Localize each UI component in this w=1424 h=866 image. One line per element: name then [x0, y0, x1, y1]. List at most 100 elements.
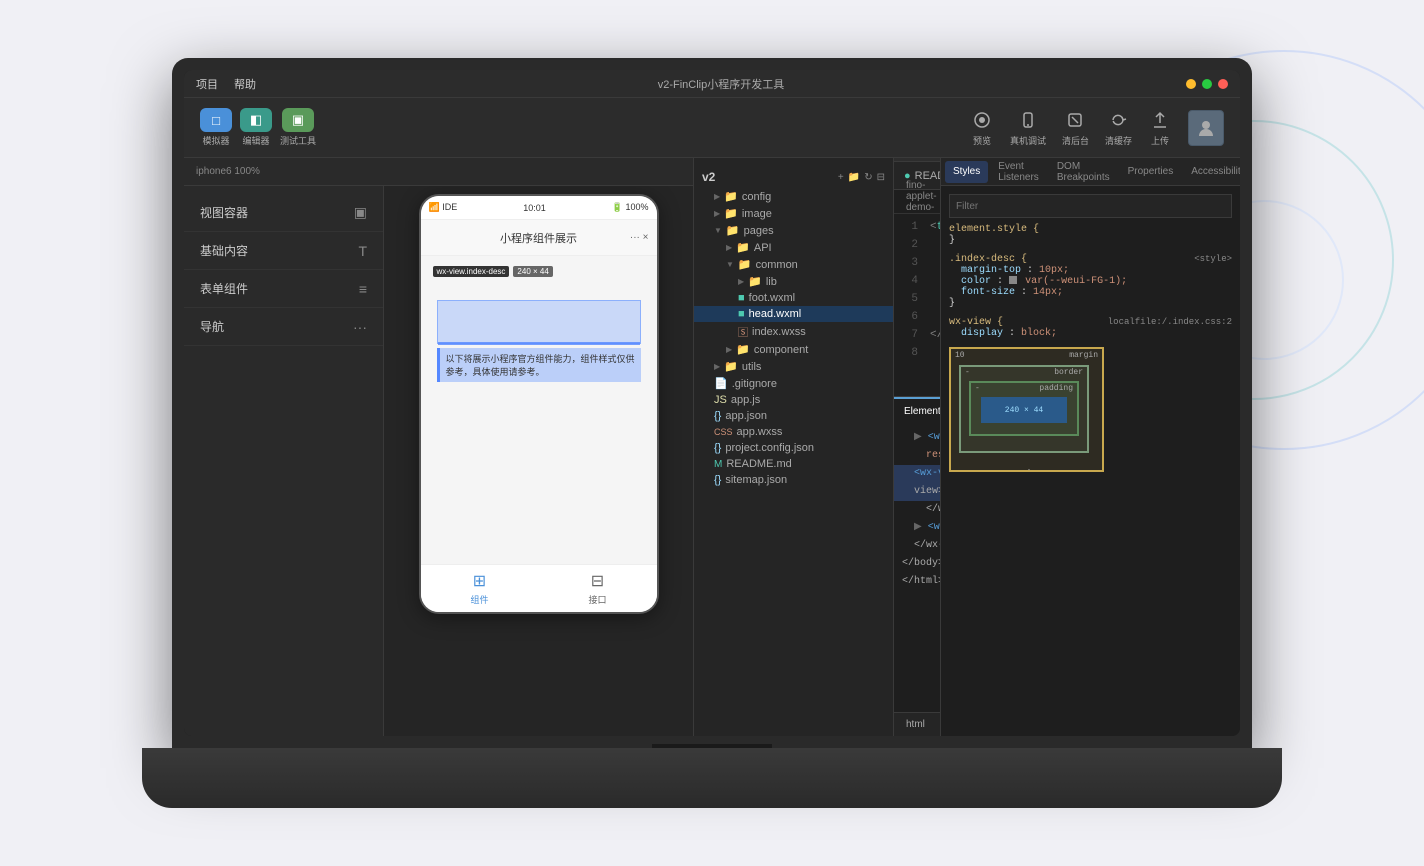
tree-item-app-json[interactable]: {} app.json — [694, 408, 893, 424]
styles-tab-props[interactable]: Properties — [1120, 161, 1182, 183]
styles-tab-dom[interactable]: DOM Breakpoints — [1049, 161, 1118, 183]
phone-nav-more[interactable]: ··· × — [630, 232, 649, 243]
phone-menu-interface-label: 接口 — [588, 593, 606, 606]
component-item-nav[interactable]: 导航 ··· — [184, 308, 383, 346]
style-source[interactable]: localfile:/.index.css:2 — [1108, 317, 1232, 327]
devtools-html-tree: ▶ <wx-image class="index-logo" src="../r… — [894, 425, 940, 712]
styles-tabs: Styles Event Listeners DOM Breakpoints P… — [941, 158, 1240, 186]
file-icon-wxml: ■ — [738, 292, 745, 304]
file-icon-json: {} — [714, 410, 721, 422]
component-item-form[interactable]: 表单组件 ≡ — [184, 270, 383, 308]
element-label-bar: wx-view.index-desc 240 × 44 — [433, 266, 553, 277]
right-panel: v2 + 📁 ↻ ⊟ ▶ — [694, 158, 1240, 736]
chevron-right-icon: ▶ — [738, 277, 744, 286]
tree-item-head-wxml[interactable]: ■ head.wxml — [694, 306, 893, 322]
devtools-content: ▶ <wx-image class="index-logo" src="../r… — [894, 425, 940, 712]
tree-item-api[interactable]: ▶ 📁 API — [694, 239, 893, 256]
upload-tool[interactable]: 上传 — [1148, 108, 1172, 147]
edit-button[interactable]: ◧ 编辑器 — [240, 108, 272, 147]
code-editor[interactable]: 1 <template name="head"> 2 <view class="… — [894, 214, 940, 396]
realdev-tool[interactable]: 真机调试 — [1010, 108, 1046, 147]
tree-item-component[interactable]: ▶ 📁 component — [694, 341, 893, 358]
tree-item-readme[interactable]: M README.md — [694, 456, 893, 472]
styles-tab-event[interactable]: Event Listeners — [990, 161, 1047, 183]
box-margin-value: 10 — [955, 351, 965, 360]
component-list: 视图容器 ▣ 基础内容 T 表单组件 ≡ — [184, 186, 384, 736]
component-label: 导航 — [200, 318, 224, 335]
user-avatar[interactable] — [1188, 110, 1224, 146]
element-class-label: wx-view.index-desc — [433, 266, 510, 277]
code-lines: 1 <template name="head"> 2 <view class="… — [894, 214, 940, 396]
code-line-6: 6 </view> — [894, 308, 940, 326]
code-line-3: 3 <view class="page-head-title">{{title}… — [894, 254, 940, 272]
dt-line-8: </body> — [894, 555, 940, 573]
clearlog-tool[interactable]: 清后台 — [1062, 108, 1089, 147]
el-path-html[interactable]: html — [902, 718, 929, 731]
minimize-button[interactable] — [1186, 79, 1196, 89]
styles-tab-styles[interactable]: Styles — [945, 161, 988, 183]
phone-menu-component-icon: ⊞ — [473, 571, 486, 591]
tree-item-label: API — [754, 242, 772, 254]
component-label: 基础内容 — [200, 242, 248, 259]
tree-item-index-wxss[interactable]: 🅂 index.wxss — [694, 322, 893, 341]
ide-app: 项目 帮助 v2-FinClip小程序开发工具 □ 模拟器 — [184, 70, 1240, 736]
styles-panel: Styles Event Listeners DOM Breakpoints P… — [940, 158, 1240, 736]
tree-item-label: .gitignore — [732, 378, 777, 390]
tree-item-label: common — [756, 259, 798, 271]
phone-content: wx-view.index-desc 240 × 44 — [421, 256, 657, 612]
tree-item-common[interactable]: ▼ 📁 common — [694, 256, 893, 273]
tree-item-pages[interactable]: ▼ 📁 pages — [694, 222, 893, 239]
tree-item-foot-wxml[interactable]: ■ foot.wxml — [694, 290, 893, 306]
style-prop: color — [961, 276, 991, 287]
tree-item-app-wxss[interactable]: CSS app.wxss — [694, 424, 893, 440]
tree-item-app-js[interactable]: JS app.js — [694, 392, 893, 408]
file-collapse-icon[interactable]: ⊟ — [877, 172, 885, 183]
menu-item-project[interactable]: 项目 — [196, 76, 218, 92]
tree-item-label: README.md — [726, 458, 791, 470]
element-size-label: 240 × 44 — [513, 266, 552, 277]
dt-line-7: </wx-view> — [894, 537, 940, 555]
component-item-basic[interactable]: 基础内容 T — [184, 232, 383, 270]
toolbar: □ 模拟器 ◧ 编辑器 ▣ 测试工具 — [184, 98, 1240, 158]
window-controls — [1186, 79, 1228, 89]
devtools-tab-elements[interactable]: Elements — [894, 397, 940, 425]
laptop-screen: 项目 帮助 v2-FinClip小程序开发工具 □ 模拟器 — [184, 70, 1240, 736]
file-refresh-icon[interactable]: ↻ — [864, 172, 872, 183]
menu-bar: 项目 帮助 v2-FinClip小程序开发工具 — [184, 70, 1240, 98]
style-source[interactable]: <style> — [1194, 254, 1232, 264]
simulate-button[interactable]: □ 模拟器 — [200, 108, 232, 147]
tree-item-label: pages — [744, 225, 774, 237]
maximize-button[interactable] — [1202, 79, 1212, 89]
chevron-right-icon: ▶ — [714, 209, 720, 218]
file-new-icon[interactable]: + — [838, 172, 844, 183]
tree-item-lib[interactable]: ▶ 📁 lib — [694, 273, 893, 290]
edit-label: 编辑器 — [242, 134, 269, 147]
tree-item-project-config[interactable]: {} project.config.json — [694, 440, 893, 456]
test-button[interactable]: ▣ 测试工具 — [280, 108, 316, 147]
tree-item-gitignore[interactable]: 📄 .gitignore — [694, 375, 893, 392]
preview-tool[interactable]: 预览 — [970, 108, 994, 147]
tree-item-sitemap[interactable]: {} sitemap.json — [694, 472, 893, 488]
phone-menu-component[interactable]: ⊞ 组件 — [421, 565, 539, 612]
chevron-right-icon: ▶ — [714, 362, 720, 371]
phone-element-text: 以下将展示小程序官方组件能力，组件样式仅供参考，具体使用请参考。 — [437, 348, 641, 382]
phone-menu-component-label: 组件 — [470, 593, 488, 606]
realdev-label: 真机调试 — [1010, 134, 1046, 147]
tree-item-label: app.js — [731, 394, 760, 406]
styles-filter-input[interactable] — [949, 194, 1232, 218]
close-button[interactable] — [1218, 79, 1228, 89]
component-item-view[interactable]: 视图容器 ▣ — [184, 194, 383, 232]
phone-simulator: 📶 IDE 10:01 🔋 100% 小程序组件展示 ··· × — [384, 186, 693, 736]
chevron-right-icon: ▶ — [714, 192, 720, 201]
menu-item-help[interactable]: 帮助 — [234, 76, 256, 92]
styles-tab-a11y[interactable]: Accessibility — [1183, 161, 1240, 183]
tree-item-config[interactable]: ▶ 📁 config — [694, 188, 893, 205]
tree-item-image[interactable]: ▶ 📁 image — [694, 205, 893, 222]
tree-item-utils[interactable]: ▶ 📁 utils — [694, 358, 893, 375]
preview-label: 预览 — [973, 134, 991, 147]
phone-menu-interface[interactable]: ⊟ 接口 — [539, 565, 657, 612]
clearcache-tool[interactable]: 清缓存 — [1105, 108, 1132, 147]
phone-battery: 🔋 100% — [612, 202, 649, 213]
file-newfolder-icon[interactable]: 📁 — [848, 172, 860, 183]
tree-item-label: foot.wxml — [749, 292, 795, 304]
